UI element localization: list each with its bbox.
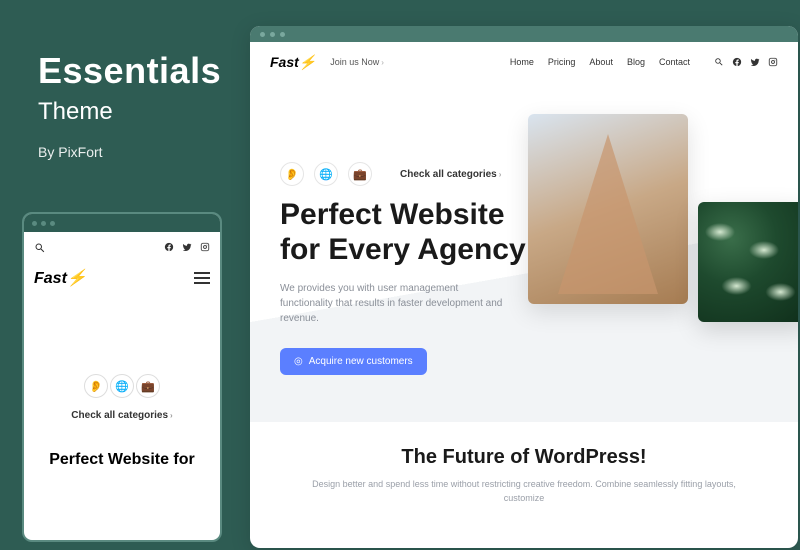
brand-logo[interactable]: Fast⚡ [34, 268, 87, 288]
promo-subtitle: Theme [38, 98, 221, 126]
nav-items: Home Pricing About Blog Contact [510, 57, 690, 67]
mobile-header [24, 232, 220, 262]
instagram-icon[interactable] [768, 57, 778, 68]
hamburger-icon[interactable] [194, 272, 210, 284]
globe-icon[interactable]: 🌐 [110, 374, 134, 398]
nav-contact[interactable]: Contact [659, 57, 690, 67]
acquire-customers-button[interactable]: ◎ Acquire new customers [280, 348, 427, 375]
chevron-right-icon: › [170, 411, 173, 420]
mobile-preview: Fast⚡ 👂 🌐 💼 Check all categories› Perfec… [22, 212, 222, 542]
bolt-icon: ⚡ [67, 270, 87, 287]
future-section: The Future of WordPress! Design better a… [250, 422, 798, 530]
check-categories-link[interactable]: Check all categories› [400, 169, 501, 180]
top-nav: Fast⚡ Join us Now› Home Pricing About Bl… [250, 42, 798, 82]
nav-about[interactable]: About [589, 57, 613, 67]
desktop-preview: Fast⚡ Join us Now› Home Pricing About Bl… [250, 26, 798, 548]
nav-blog[interactable]: Blog [627, 57, 645, 67]
mobile-body: 👂 🌐 💼 Check all categories› Perfect Webs… [24, 294, 220, 479]
facebook-icon[interactable] [732, 57, 742, 68]
ear-icon[interactable]: 👂 [84, 374, 108, 398]
mobile-headline: Perfect Website for [34, 451, 210, 469]
category-icons: 👂 🌐 💼 [34, 374, 210, 398]
hero-headline: Perfect Website for Every Agency [280, 198, 768, 267]
briefcase-icon[interactable]: 💼 [136, 374, 160, 398]
facebook-icon[interactable] [164, 242, 174, 253]
leaves-image [698, 202, 798, 322]
nav-pricing[interactable]: Pricing [548, 57, 576, 67]
search-icon[interactable] [714, 57, 724, 68]
mobile-social-row [164, 242, 210, 253]
twitter-icon[interactable] [182, 242, 192, 253]
promo-byline: By PixFort [38, 144, 221, 160]
twitter-icon[interactable] [750, 57, 760, 68]
brand-logo[interactable]: Fast⚡ [270, 54, 316, 71]
promo-title: Essentials [38, 50, 221, 92]
globe-icon[interactable]: 🌐 [314, 162, 338, 186]
hero-section: 👂 🌐 💼 Check all categories› Perfect Webs… [250, 82, 798, 422]
building-image [528, 114, 688, 304]
desktop-titlebar [250, 26, 798, 42]
hero-subtext: We provides you with user management fun… [280, 281, 510, 326]
target-icon: ◎ [294, 356, 303, 367]
check-categories-link[interactable]: Check all categories› [34, 410, 210, 421]
ear-icon[interactable]: 👂 [280, 162, 304, 186]
future-title: The Future of WordPress! [310, 446, 738, 469]
search-icon[interactable] [34, 240, 46, 254]
join-link[interactable]: Join us Now› [330, 57, 384, 67]
instagram-icon[interactable] [200, 242, 210, 253]
mobile-brand-row: Fast⚡ [24, 262, 220, 294]
chevron-right-icon: › [381, 58, 384, 67]
mobile-titlebar [24, 214, 220, 232]
nav-icons [714, 57, 778, 68]
nav-home[interactable]: Home [510, 57, 534, 67]
future-subtext: Design better and spend less time withou… [310, 477, 738, 506]
chevron-right-icon: › [499, 170, 502, 179]
promo-sidebar: Essentials Theme By PixFort [38, 50, 221, 160]
bolt-icon: ⚡ [299, 54, 316, 70]
briefcase-icon[interactable]: 💼 [348, 162, 372, 186]
hero-category-row: 👂 🌐 💼 Check all categories› [280, 162, 768, 186]
